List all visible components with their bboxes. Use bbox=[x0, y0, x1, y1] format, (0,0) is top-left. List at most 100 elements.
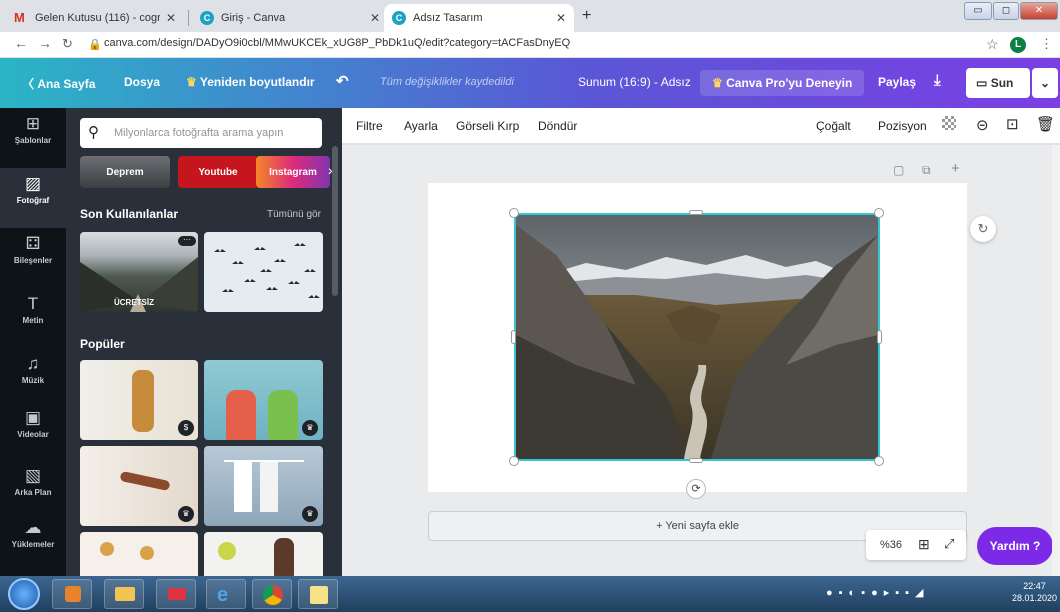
profile-avatar[interactable]: L bbox=[1010, 37, 1026, 53]
refresh-icon[interactable]: ↻ bbox=[970, 216, 996, 242]
position-button[interactable]: Pozisyon bbox=[878, 119, 927, 133]
try-pro-button[interactable]: ♛ Canva Pro'yu Deneyin bbox=[700, 70, 865, 96]
popular-photo-4[interactable]: ♛ bbox=[204, 446, 323, 526]
resize-handle-right[interactable] bbox=[877, 330, 882, 344]
share-button[interactable]: Paylaş bbox=[878, 75, 916, 89]
video-icon: ▣ bbox=[24, 408, 42, 427]
panel-scrollbar[interactable] bbox=[332, 146, 338, 296]
trash-icon[interactable]: 🗑 bbox=[1036, 115, 1055, 133]
popular-photo-5[interactable] bbox=[80, 532, 198, 576]
taskbar-ie[interactable]: e bbox=[206, 579, 246, 609]
rail-item-elements[interactable]: ⚃ Bileşenler bbox=[0, 228, 66, 288]
popular-photo-3[interactable]: ♛ bbox=[80, 446, 198, 526]
new-tab-button[interactable]: + bbox=[582, 7, 591, 25]
popular-photo-2[interactable]: ♛ bbox=[204, 360, 323, 440]
resize-handle-br[interactable] bbox=[874, 456, 884, 466]
note-icon[interactable]: ▢ bbox=[893, 163, 904, 177]
forward-icon[interactable]: → bbox=[38, 35, 52, 51]
close-icon[interactable]: ✕ bbox=[166, 11, 176, 25]
selected-photo[interactable] bbox=[514, 213, 880, 461]
resize-handle-left[interactable] bbox=[511, 330, 516, 344]
taskbar-folder[interactable] bbox=[104, 579, 144, 609]
close-icon[interactable]: ✕ bbox=[370, 11, 380, 25]
rail-item-uploads[interactable]: ☁ Yüklemeler bbox=[0, 512, 66, 572]
rail-item-music[interactable]: ♫ Müzik bbox=[0, 348, 66, 408]
flip-button[interactable]: Döndür bbox=[538, 119, 577, 133]
chip-youtube[interactable]: Youtube bbox=[178, 156, 258, 188]
rotate-icon[interactable]: ⟳ bbox=[686, 479, 706, 499]
taskbar-outlook[interactable] bbox=[52, 579, 92, 609]
editor-toolbar: Filtre Ayarla Görseli Kırp Döndür Çoğalt… bbox=[342, 108, 1060, 144]
tab-canva-home[interactable]: C Giriş - Canva ✕ bbox=[192, 4, 388, 32]
back-icon[interactable]: ← bbox=[14, 35, 28, 51]
copy-page-icon[interactable]: ⧉ bbox=[922, 163, 931, 178]
present-button[interactable]: ▭ Sun bbox=[966, 68, 1030, 98]
adjust-button[interactable]: Ayarla bbox=[404, 119, 438, 133]
resize-button[interactable]: ♛ Yeniden boyutlandır bbox=[186, 75, 315, 89]
crop-button[interactable]: Görseli Kırp bbox=[456, 119, 519, 133]
taskbar-notes[interactable] bbox=[298, 579, 338, 609]
menu-icon[interactable]: ⋮ bbox=[1040, 36, 1053, 52]
chip-deprem[interactable]: Deprem bbox=[80, 156, 170, 188]
resize-handle-top[interactable] bbox=[689, 210, 703, 215]
workspace-scrollbar[interactable] bbox=[1052, 145, 1060, 576]
birds-thumbnail bbox=[214, 243, 320, 298]
download-icon[interactable]: ⤓ bbox=[934, 72, 941, 89]
rail-item-photos[interactable]: ▨ Fotoğraf bbox=[0, 168, 66, 228]
resize-handle-bl[interactable] bbox=[509, 456, 519, 466]
resize-handle-tr[interactable] bbox=[874, 208, 884, 218]
rail-item-templates[interactable]: ⊞ Şablonlar bbox=[0, 108, 66, 168]
tab-gmail[interactable]: M Gelen Kutusu (116) - cografyalea ✕ bbox=[6, 4, 184, 32]
see-all-link[interactable]: Tümünü gör bbox=[267, 209, 321, 220]
rail-item-videos[interactable]: ▣ Videolar bbox=[0, 402, 66, 462]
document-title[interactable]: Sunum (16:9) - Adsız bbox=[578, 75, 691, 89]
popular-title: Popüler bbox=[80, 337, 125, 351]
rail-item-background[interactable]: ▧ Arka Plan bbox=[0, 460, 66, 520]
filter-button[interactable]: Filtre bbox=[356, 119, 383, 133]
taskbar-chrome[interactable] bbox=[252, 579, 292, 609]
app-icon bbox=[168, 588, 186, 600]
maximize-button[interactable]: ◻ bbox=[993, 2, 1019, 20]
help-button[interactable]: Yardım ? bbox=[977, 527, 1053, 565]
file-menu[interactable]: Dosya bbox=[124, 75, 160, 89]
add-page-icon[interactable]: + bbox=[951, 160, 960, 177]
search-icon: ⚲ bbox=[88, 124, 99, 141]
rail-item-text[interactable]: T Metin bbox=[0, 288, 66, 348]
recent-photo-valley[interactable]: ··· ÜCRETSİZ bbox=[80, 232, 198, 312]
system-tray-icons[interactable]: ●▪◐▪●▸▪▪◢ bbox=[826, 586, 930, 599]
photos-panel: ⚲ Milyonlarca fotoğrafta arama yapın Dep… bbox=[66, 108, 342, 576]
chip-instagram[interactable]: Instagram bbox=[256, 156, 330, 188]
fullscreen-icon[interactable]: ⤢ bbox=[944, 536, 954, 552]
home-button[interactable]: 〈 Ana Sayfa bbox=[22, 75, 95, 92]
tab-canva-design[interactable]: C Adsız Tasarım ✕ bbox=[384, 4, 574, 32]
resize-handle-tl[interactable] bbox=[509, 208, 519, 218]
star-icon[interactable]: ☆ bbox=[986, 36, 999, 53]
grid-view-icon[interactable]: ⊞ bbox=[918, 536, 930, 553]
transparency-icon[interactable] bbox=[942, 116, 956, 130]
start-button[interactable] bbox=[8, 578, 40, 610]
window-close-button[interactable]: ✕ bbox=[1020, 2, 1058, 20]
ie-icon: e bbox=[217, 584, 229, 606]
present-icon: ▭ bbox=[976, 76, 988, 90]
text-icon: T bbox=[27, 294, 39, 313]
photo-search[interactable]: ⚲ Milyonlarca fotoğrafta arama yapın bbox=[80, 118, 322, 148]
popular-photo-6[interactable] bbox=[204, 532, 323, 576]
link-icon[interactable]: ⊝ bbox=[976, 116, 989, 134]
taskbar-explorer[interactable] bbox=[156, 579, 196, 609]
chevron-down-icon[interactable]: ⌄ bbox=[1032, 68, 1058, 98]
lock-icon[interactable]: ⊡ bbox=[1006, 115, 1019, 133]
undo-icon[interactable]: ↶ bbox=[336, 72, 349, 90]
popular-photo-1[interactable]: $ bbox=[80, 360, 198, 440]
close-icon[interactable]: ✕ bbox=[556, 11, 566, 25]
more-icon[interactable]: ··· bbox=[178, 236, 196, 246]
zoom-level[interactable]: %36 bbox=[880, 539, 902, 551]
clock[interactable]: 22:47 28.01.2020 bbox=[1012, 580, 1057, 604]
recent-photo-birds[interactable] bbox=[204, 232, 323, 312]
minimize-button[interactable]: ▭ bbox=[964, 2, 992, 20]
resize-handle-bottom[interactable] bbox=[689, 458, 703, 463]
search-input[interactable]: Milyonlarca fotoğrafta arama yapın bbox=[114, 127, 283, 139]
reload-icon[interactable]: ↻ bbox=[62, 36, 73, 52]
tab-title: Gelen Kutusu (116) - cografyalea bbox=[35, 12, 160, 24]
url-field[interactable]: canva.com/design/DADyO9i0cbl/MMwUKCEk_xU… bbox=[104, 37, 570, 49]
duplicate-button[interactable]: Çoğalt bbox=[816, 119, 851, 133]
